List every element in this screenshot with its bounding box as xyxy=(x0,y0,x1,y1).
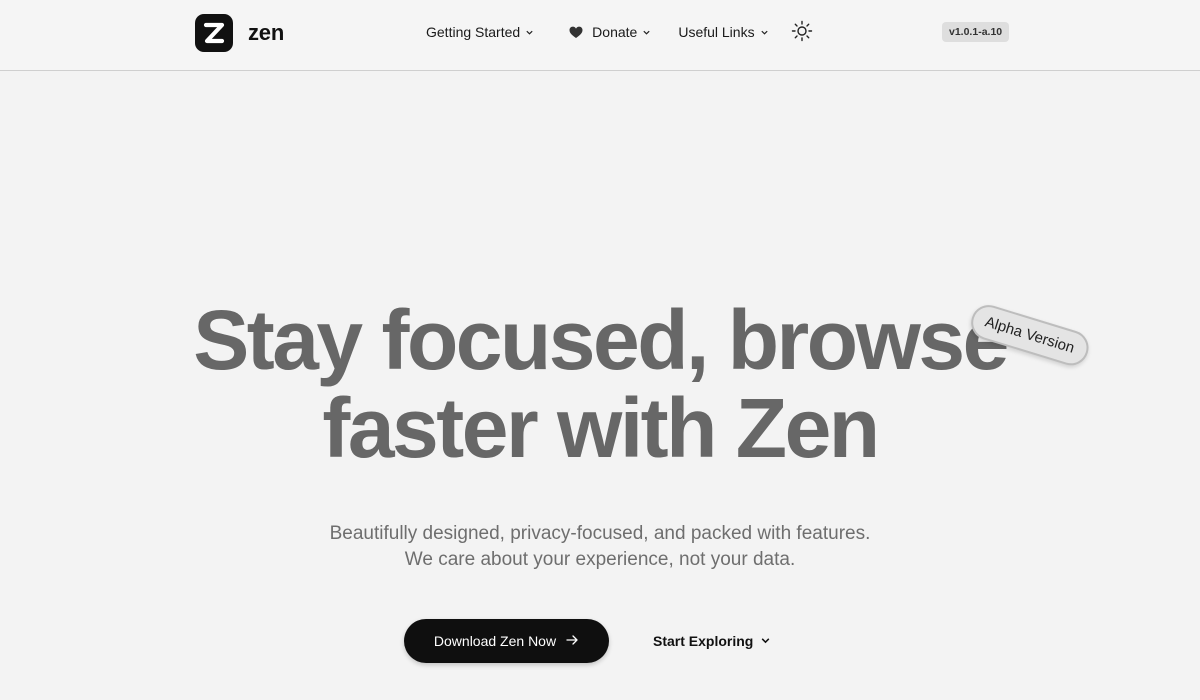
main-nav: Getting Started Donate Useful Links xyxy=(426,22,769,42)
download-button[interactable]: Download Zen Now xyxy=(404,619,609,663)
arrow-right-icon xyxy=(566,633,579,649)
nav-getting-started[interactable]: Getting Started xyxy=(426,22,534,42)
nav-donate[interactable]: Donate xyxy=(569,22,651,42)
top-navigation-bar: zen Getting Started Donate Useful Links xyxy=(0,0,1200,71)
download-button-label: Download Zen Now xyxy=(433,633,557,649)
chevron-down-icon xyxy=(642,28,651,37)
hero-subtitle-line-1: Beautifully designed, privacy-focused, a… xyxy=(329,523,871,544)
version-badge: v1.0.1-a.10 xyxy=(942,22,1010,42)
zen-logo-icon xyxy=(195,14,233,52)
sun-icon xyxy=(791,20,813,42)
logo-link[interactable]: zen xyxy=(195,14,284,52)
chevron-down-icon xyxy=(525,28,534,37)
hero-title-line-2: faster with Zen xyxy=(322,381,880,475)
theme-toggle-button[interactable] xyxy=(791,20,813,42)
nav-donate-label: Donate xyxy=(592,24,638,40)
chevron-down-icon xyxy=(760,28,769,37)
heart-icon xyxy=(569,26,583,39)
nav-useful-links[interactable]: Useful Links xyxy=(678,22,768,42)
start-exploring-button[interactable]: Start Exploring xyxy=(653,630,771,652)
hero-subtitle: Beautifully designed, privacy-focused, a… xyxy=(0,521,1200,573)
nav-getting-started-label: Getting Started xyxy=(426,24,521,40)
chevron-down-icon xyxy=(760,633,771,649)
nav-useful-links-label: Useful Links xyxy=(678,24,755,40)
hero-subtitle-line-2: We care about your experience, not your … xyxy=(404,549,796,570)
start-exploring-label: Start Exploring xyxy=(653,633,754,649)
brand-name: zen xyxy=(248,20,285,45)
